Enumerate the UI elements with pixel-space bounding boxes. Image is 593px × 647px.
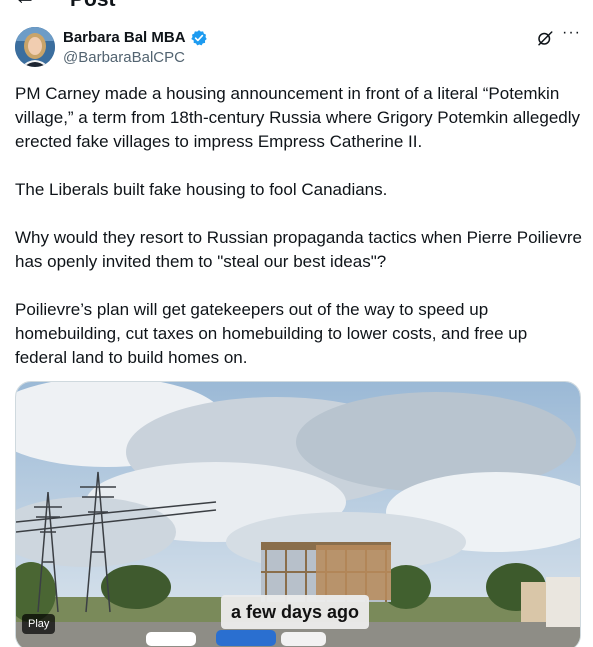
avatar[interactable]	[15, 27, 55, 67]
post-paragraph: Why would they resort to Russian propaga…	[15, 228, 582, 271]
user-handle[interactable]: @BarbaraBalCPC	[63, 49, 185, 67]
video-caption: a few days ago	[221, 595, 370, 629]
post-paragraph: PM Carney made a housing announcement in…	[15, 84, 581, 151]
post-text: PM Carney made a housing announcement in…	[15, 82, 583, 370]
arrow-left-icon[interactable]: ←	[14, 0, 36, 8]
user-name-row: Barbara Bal MBA	[63, 29, 208, 47]
grok-icon[interactable]	[536, 29, 554, 47]
page-title: Post	[70, 0, 116, 12]
more-icon[interactable]: ···	[562, 25, 580, 45]
top-bar: ← Post	[0, 0, 593, 14]
play-button[interactable]: Play	[22, 614, 56, 634]
display-name[interactable]: Barbara Bal MBA	[63, 29, 186, 47]
post-paragraph: The Liberals built fake housing to fool …	[15, 180, 388, 199]
post-header: Barbara Bal MBA @BarbaraBalCPC ···	[15, 25, 580, 69]
video-player[interactable]: a few days ago Play	[15, 381, 581, 647]
post-paragraph: Poilievre’s plan will get gatekeepers ou…	[15, 300, 528, 367]
verified-badge-icon[interactable]	[190, 29, 208, 47]
avatar-image	[15, 27, 55, 67]
